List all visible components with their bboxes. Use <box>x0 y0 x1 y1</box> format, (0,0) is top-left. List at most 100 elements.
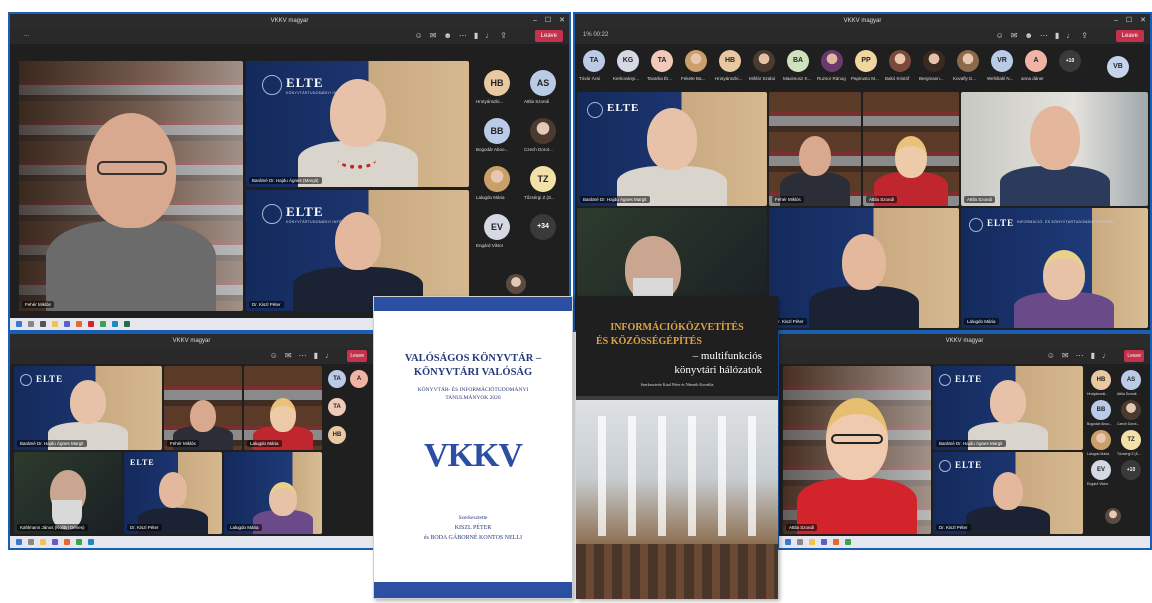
edge-icon[interactable] <box>88 539 94 545</box>
avatar-photo[interactable] <box>1091 430 1111 450</box>
teams-icon[interactable] <box>821 539 827 545</box>
avatar[interactable]: TZ <box>530 166 556 192</box>
close-icon[interactable]: ✕ <box>1140 14 1146 28</box>
search-icon[interactable] <box>28 539 34 545</box>
avatar-photo[interactable] <box>889 50 911 72</box>
more-icon[interactable]: ⋯ <box>459 31 467 40</box>
person-head <box>270 398 296 432</box>
avatar[interactable]: HB <box>719 50 741 72</box>
firefox-icon[interactable] <box>76 321 82 327</box>
avatar[interactable]: TA <box>583 50 605 72</box>
mic-icon[interactable]: ♩ <box>485 31 493 40</box>
avatar[interactable]: TA <box>328 398 346 416</box>
avatar-photo[interactable] <box>753 50 775 72</box>
minimize-icon[interactable]: – <box>533 14 537 28</box>
chat-icon[interactable]: ✉ <box>1011 31 1018 40</box>
chat-icon[interactable]: ✉ <box>1062 351 1069 360</box>
camera-icon[interactable]: ▮ <box>314 351 318 360</box>
explorer-icon[interactable] <box>40 539 46 545</box>
share-icon[interactable]: ⇪ <box>1081 31 1088 40</box>
firefox-icon[interactable] <box>833 539 839 545</box>
people-icon[interactable]: ☺ <box>996 31 1004 40</box>
person-head <box>842 234 886 290</box>
avatar[interactable]: VB <box>1107 56 1129 78</box>
avatar-label: Maximosz K... <box>783 76 812 81</box>
minimize-icon[interactable]: – <box>1114 14 1118 28</box>
reactions-icon[interactable]: ☻ <box>443 31 451 40</box>
avatar-label: anna dáner <box>1021 76 1044 81</box>
person-head <box>268 482 297 516</box>
more-participants-badge[interactable]: +10 <box>1059 50 1081 72</box>
avatar[interactable]: HB <box>484 70 510 96</box>
maximize-icon[interactable]: ☐ <box>545 14 551 28</box>
explorer-icon[interactable] <box>52 321 58 327</box>
start-icon[interactable] <box>16 539 22 545</box>
maximize-icon[interactable]: ☐ <box>1126 14 1132 28</box>
people-icon[interactable]: ☺ <box>270 351 278 360</box>
more-participants-badge[interactable]: +34 <box>530 214 556 240</box>
more-icon[interactable]: ⋯ <box>299 351 307 360</box>
start-icon[interactable] <box>785 539 791 545</box>
avatar[interactable]: HB <box>1091 370 1111 390</box>
reactions-icon[interactable]: ☻ <box>1024 31 1032 40</box>
camera-icon[interactable]: ▮ <box>1091 351 1095 360</box>
camera-icon[interactable]: ▮ <box>1055 31 1059 40</box>
avatar[interactable]: TA <box>328 370 346 388</box>
avatar-photo[interactable] <box>957 50 979 72</box>
avatar-photo[interactable] <box>530 118 556 144</box>
leave-button[interactable]: Leave <box>1115 30 1144 42</box>
excel-icon[interactable] <box>124 321 130 327</box>
chat-icon[interactable]: ✉ <box>285 351 292 360</box>
edge-icon[interactable] <box>112 321 118 327</box>
avatar-photo[interactable] <box>685 50 707 72</box>
people-icon[interactable]: ☺ <box>1047 351 1055 360</box>
avatar[interactable]: PP <box>855 50 877 72</box>
leave-button[interactable]: Leave <box>534 30 563 42</box>
leave-button[interactable]: Leave <box>1124 350 1144 362</box>
avatar-photo[interactable] <box>923 50 945 72</box>
search-icon[interactable] <box>797 539 803 545</box>
avatar-label: Attila Szondi <box>1117 392 1137 396</box>
mic-icon[interactable]: ♩ <box>1066 31 1074 40</box>
search-icon[interactable] <box>28 321 34 327</box>
avatar[interactable]: HB <box>328 426 346 444</box>
chrome-icon[interactable] <box>100 321 106 327</box>
chrome-icon[interactable] <box>845 539 851 545</box>
avatar[interactable]: BA <box>787 50 809 72</box>
opera-icon[interactable] <box>88 321 94 327</box>
taskview-icon[interactable] <box>40 321 46 327</box>
mic-icon[interactable]: ♩ <box>1102 351 1110 360</box>
more-participants-badge[interactable]: +10 <box>1121 460 1141 480</box>
avatar[interactable]: AS <box>530 70 556 96</box>
camera-icon[interactable]: ▮ <box>474 31 478 40</box>
close-icon[interactable]: ✕ <box>559 14 565 28</box>
teams-icon[interactable] <box>52 539 58 545</box>
more-icon[interactable]: ⋯ <box>1040 31 1048 40</box>
participant-name: Fehér Miklós <box>772 196 804 203</box>
avatar-photo[interactable] <box>484 166 510 192</box>
avatar[interactable]: BB <box>1091 400 1111 420</box>
leave-button[interactable]: Leave <box>347 350 367 362</box>
avatar[interactable]: KG <box>617 50 639 72</box>
avatar[interactable]: EV <box>1091 460 1111 480</box>
avatar-photo[interactable] <box>1121 400 1141 420</box>
share-icon[interactable]: ⇪ <box>500 31 507 40</box>
chat-icon[interactable]: ✉ <box>430 31 437 40</box>
avatar[interactable]: A <box>1025 50 1047 72</box>
avatar[interactable]: AS <box>1121 370 1141 390</box>
avatar[interactable]: TZ <box>1121 430 1141 450</box>
avatar-photo[interactable] <box>821 50 843 72</box>
more-icon[interactable]: ⋯ <box>1076 351 1084 360</box>
start-icon[interactable] <box>16 321 22 327</box>
explorer-icon[interactable] <box>809 539 815 545</box>
avatar[interactable]: TA <box>651 50 673 72</box>
people-icon[interactable]: ☺ <box>415 31 423 40</box>
teams-icon[interactable] <box>64 321 70 327</box>
avatar[interactable]: A <box>350 370 368 388</box>
avatar[interactable]: VR <box>991 50 1013 72</box>
avatar[interactable]: BB <box>484 118 510 144</box>
avatar[interactable]: EV <box>484 214 510 240</box>
chrome-icon[interactable] <box>76 539 82 545</box>
firefox-icon[interactable] <box>64 539 70 545</box>
mic-icon[interactable]: ♩ <box>325 351 333 360</box>
